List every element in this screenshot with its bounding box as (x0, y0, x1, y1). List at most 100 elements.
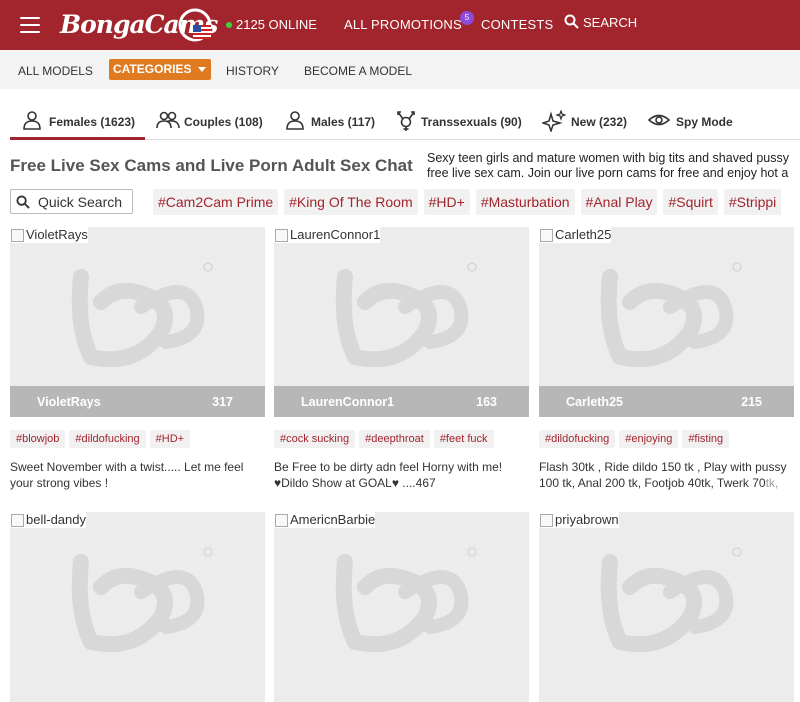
model-info-bar: LaurenConnor1 163 (274, 386, 529, 417)
model-name: VioletRays (37, 395, 101, 409)
model-tag[interactable]: #feet fuck (433, 430, 494, 448)
model-description-fade: tk, (765, 476, 779, 490)
tag-stripping[interactable]: #Strippi (723, 189, 782, 215)
thumbnail-alt-text: VioletRays (10, 227, 88, 243)
model-tag[interactable]: #blowjob (10, 430, 66, 448)
tab-new[interactable]: New (232) (542, 100, 642, 140)
tab-females[interactable]: Females (1623) (10, 100, 145, 140)
model-info-bar: VioletRays 317 (10, 386, 265, 417)
tab-females-label: Females (1623) (49, 115, 136, 129)
model-tag[interactable]: #HD+ (149, 430, 191, 448)
placeholder-logo-icon (600, 262, 742, 367)
caret-down-icon (198, 67, 207, 72)
model-thumbnail[interactable]: bell-dandy (10, 512, 265, 702)
online-counter: 2125 ONLINE (226, 17, 317, 32)
model-thumbnail[interactable]: priyabrown (539, 512, 794, 702)
thumbnail-alt-text: bell-dandy (10, 512, 86, 528)
model-name: LaurenConnor1 (301, 395, 395, 409)
tab-spy-mode-label: Spy Mode (676, 115, 733, 129)
tab-new-label: New (232) (571, 115, 628, 129)
subnav-all-models[interactable]: ALL MODELS (18, 64, 93, 78)
tag-anal-play[interactable]: #Anal Play (580, 189, 658, 215)
tag-masturbation[interactable]: #Masturbation (475, 189, 575, 215)
tag-cam2cam-prime[interactable]: #Cam2Cam Prime (153, 189, 279, 215)
categories-button[interactable]: CATEGORIES (109, 59, 212, 80)
model-card[interactable]: priyabrown (539, 512, 794, 702)
viewer-count: 163 (476, 395, 497, 409)
subnav-become-a-model[interactable]: BECOME A MODEL (304, 64, 412, 78)
model-card[interactable]: Carleth25 Carleth25 215 #dildofucking #enj… (539, 227, 794, 490)
promotions-badge: 5 (460, 11, 474, 25)
transsexual-icon (397, 111, 415, 131)
model-card[interactable]: LaurenConnor1 LaurenConnor1 163 #cock suc… (274, 227, 529, 490)
search-icon (16, 195, 30, 209)
subnav-history[interactable]: HISTORY (226, 64, 279, 78)
tag-bar: #Cam2Cam Prime #King Of The Room #HD+ #Mast… (153, 189, 787, 215)
tag-squirt[interactable]: #Squirt (663, 189, 718, 215)
tab-transsexuals[interactable]: Transsexuals (90) (396, 100, 526, 140)
thumbnail-alt-text: AmericnBarbie (274, 512, 376, 528)
search-label: SEARCH (583, 15, 638, 30)
model-tags: #cock sucking #deepthroat #feet fuck (274, 429, 498, 448)
model-card[interactable]: bell-dandy (10, 512, 265, 702)
male-icon (286, 111, 304, 130)
model-thumbnail[interactable]: LaurenConnor1 LaurenConnor1 163 (274, 227, 529, 417)
thumbnail-alt-text: priyabrown (539, 512, 619, 528)
quick-search-input[interactable] (38, 193, 130, 211)
menu-icon[interactable] (20, 17, 40, 33)
tag-hd-plus[interactable]: #HD+ (423, 189, 470, 215)
description-line-1: Sexy teen girls and mature women with bi… (427, 151, 789, 165)
model-tag[interactable]: #dildofucking (539, 430, 616, 448)
search-icon (564, 14, 579, 29)
model-description: Sweet November with a twist..... Let me … (10, 460, 244, 490)
couples-icon (156, 111, 180, 129)
model-card[interactable]: AmericnBarbie (274, 512, 529, 702)
model-tag[interactable]: #dildofucking (69, 430, 146, 448)
tab-spy-mode[interactable]: Spy Mode (648, 100, 748, 140)
model-tag[interactable]: #cock sucking (274, 430, 356, 448)
model-tag[interactable]: #fisting (682, 430, 730, 448)
model-tag[interactable]: #enjoying (619, 430, 679, 448)
quick-search-box (10, 189, 133, 214)
thumbnail-alt-text: Carleth25 (539, 227, 612, 243)
female-icon (23, 111, 41, 130)
logo[interactable]: BongaCams (60, 8, 218, 44)
tab-couples-label: Couples (108) (184, 115, 263, 129)
logo-flag-icon (178, 8, 212, 42)
nav-contests[interactable]: CONTESTS (481, 17, 553, 32)
nav-all-promotions[interactable]: ALL PROMOTIONS (344, 17, 462, 32)
viewer-count: 215 (741, 395, 762, 409)
model-description-text: Flash 30tk , Ride dildo 150 tk , Play wi… (539, 460, 787, 490)
page-description: Sexy teen girls and mature women with bi… (427, 151, 800, 183)
model-name: Carleth25 (566, 395, 623, 409)
tab-transsexuals-label: Transsexuals (90) (421, 115, 522, 129)
model-tag[interactable]: #deepthroat (359, 430, 430, 448)
sparkle-icon (542, 110, 566, 132)
online-count: 2125 ONLINE (236, 17, 317, 32)
model-thumbnail[interactable]: VioletRays VioletRays 317 (10, 227, 265, 417)
thumbnail-alt-text: LaurenConnor1 (274, 227, 381, 243)
viewer-count: 317 (212, 395, 233, 409)
model-tags: #blowjob #dildofucking #HD+ (10, 429, 194, 448)
eye-icon (648, 114, 670, 126)
model-description: Be Free to be dirty adn feel Horny with … (274, 460, 503, 490)
placeholder-logo-icon (335, 547, 477, 652)
model-thumbnail[interactable]: AmericnBarbie (274, 512, 529, 702)
gender-tabs: Females (1623) Couples (108) Males (117)… (10, 100, 800, 140)
tab-males-label: Males (117) (311, 115, 376, 129)
sub-navigation: ALL MODELS CATEGORIES HISTORY BECOME A M… (0, 50, 800, 89)
top-bar: BongaCams 2125 ONLINE ALL PROMOTIONS 5 C… (0, 0, 800, 50)
placeholder-logo-icon (71, 547, 213, 652)
tag-king-of-the-room[interactable]: #King Of The Room (284, 189, 418, 215)
model-thumbnail[interactable]: Carleth25 Carleth25 215 (539, 227, 794, 417)
model-card[interactable]: VioletRays VioletRays 317 #blowjob #dildof… (10, 227, 265, 490)
tab-males[interactable]: Males (117) (285, 100, 390, 140)
online-dot-icon (226, 21, 232, 28)
placeholder-logo-icon (600, 547, 742, 652)
tab-couples[interactable]: Couples (108) (156, 100, 276, 140)
model-info-bar: Carleth25 215 (539, 386, 794, 417)
model-tags: #dildofucking #enjoying #fisting (539, 429, 733, 448)
page-title: Free Live Sex Cams and Live Porn Adult S… (10, 156, 413, 175)
placeholder-logo-icon (335, 262, 477, 367)
header-search-button[interactable]: SEARCH (564, 14, 638, 31)
